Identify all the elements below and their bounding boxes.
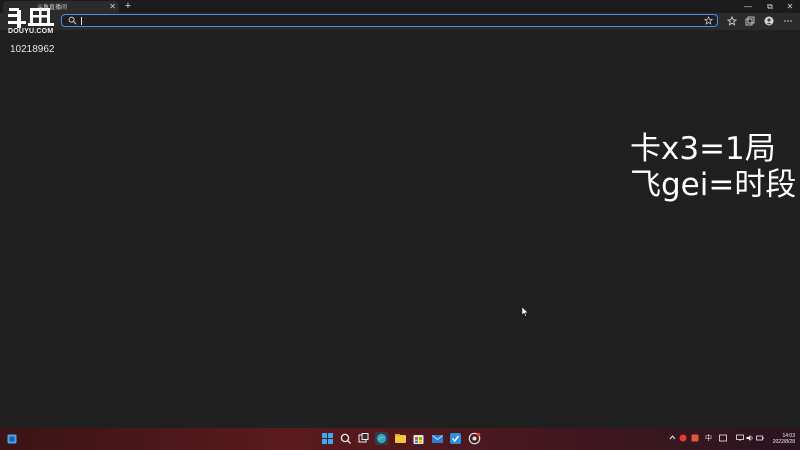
logo-subtitle: DOUYU.COM [8, 28, 54, 35]
collections-icon[interactable] [745, 16, 755, 26]
clock[interactable]: 14:03 2022/8/28 [767, 433, 795, 445]
address-bar[interactable] [61, 14, 718, 27]
tab-close-button[interactable]: ✕ [109, 1, 116, 12]
room-id: 10218962 [10, 44, 55, 55]
chrome-icon[interactable] [468, 432, 481, 445]
taskbar: 中 14:03 2022/8/28 [0, 428, 800, 450]
security-icon[interactable] [691, 434, 699, 442]
mail-icon[interactable] [431, 432, 444, 445]
search-icon [68, 16, 77, 25]
add-favorite-icon[interactable] [704, 16, 713, 25]
battery-icon[interactable] [756, 434, 764, 442]
edge-icon[interactable] [375, 432, 388, 445]
note-line-1: 卡x3=1局 [630, 131, 776, 167]
favorites-icon[interactable] [727, 16, 737, 26]
address-input[interactable] [84, 15, 684, 26]
show-hidden-icons-icon[interactable] [669, 434, 676, 441]
display-icon[interactable] [736, 434, 744, 442]
profile-icon[interactable] [764, 16, 774, 26]
input-settings-icon[interactable] [719, 434, 727, 442]
ime-indicator[interactable]: 中 [705, 434, 712, 443]
start-icon[interactable] [321, 432, 334, 445]
overlay-note: 卡x3=1局 飞gei=时段 [630, 131, 796, 203]
tab-strip: 斗鱼直播间 ✕ + — ⧉ ✕ [0, 0, 800, 13]
store-icon[interactable] [412, 432, 425, 445]
note-line-2: 飞gei=时段 [630, 167, 797, 203]
speaker-icon[interactable] [746, 434, 754, 442]
task-view-icon[interactable] [357, 432, 370, 445]
minimize-button[interactable]: — [738, 0, 758, 13]
more-icon[interactable] [783, 16, 793, 26]
close-window-button[interactable]: ✕ [780, 0, 800, 13]
clock-date: 2022/8/28 [772, 439, 795, 445]
mouse-cursor-icon [522, 307, 529, 317]
text-caret [81, 17, 82, 25]
file-explorer-icon[interactable] [394, 432, 407, 445]
app-icon[interactable] [449, 432, 462, 445]
search-icon[interactable] [339, 432, 352, 445]
record-icon[interactable] [679, 434, 687, 442]
browser-toolbar [0, 13, 800, 30]
maximize-button[interactable]: ⧉ [760, 0, 780, 13]
widgets-icon[interactable] [7, 434, 17, 444]
new-tab-button[interactable]: + [123, 0, 133, 12]
